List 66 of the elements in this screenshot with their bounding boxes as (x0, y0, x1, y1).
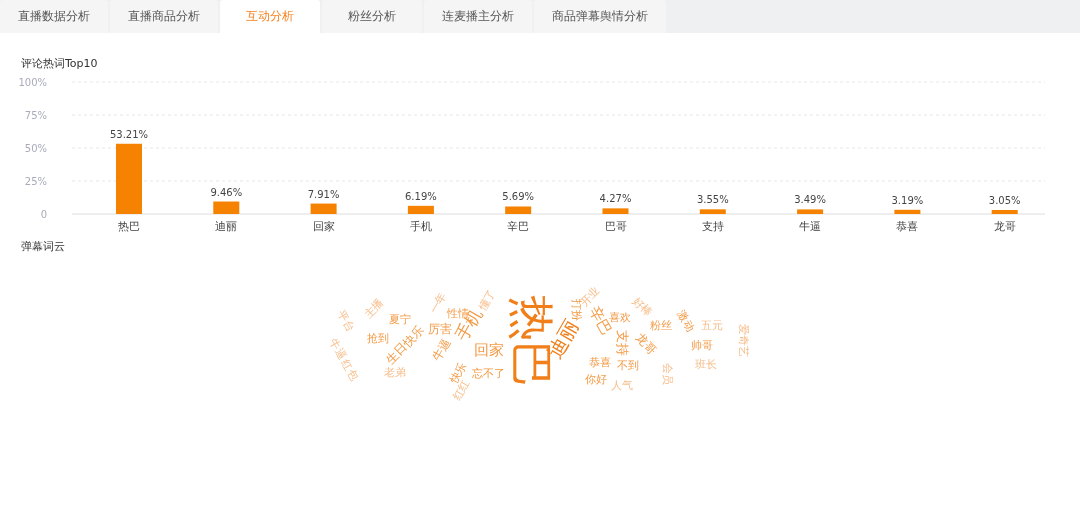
value-label: 5.69% (502, 191, 535, 203)
cloud-word: 好棒 (630, 295, 654, 319)
cloud-word: 懂了 (476, 287, 498, 313)
bar (991, 209, 1018, 214)
cloud-word: 粉丝 (650, 319, 672, 331)
cloud-word: 忘不了 (471, 367, 505, 379)
cloud-word: 不到 (617, 359, 639, 371)
section-title: 弹幕词云 (20, 239, 66, 254)
cloud-word: 厉害 (428, 323, 452, 335)
tab[interactable]: 直播数据分析 (0, 0, 108, 33)
tab[interactable]: 连麦播主分析 (424, 0, 532, 33)
bar (602, 208, 629, 214)
bar (699, 209, 726, 214)
value-label: 53.21% (109, 128, 149, 140)
value-label: 3.19% (891, 194, 924, 206)
value-label: 9.46% (210, 186, 243, 198)
bar (797, 209, 824, 214)
bar (894, 209, 921, 214)
bar (407, 205, 434, 214)
axis-label: 龙哥 (993, 220, 1016, 233)
axis-label: 0 (40, 209, 47, 220)
section-title: 评论热词Top10 (20, 56, 99, 71)
value-label: 4.27% (599, 193, 632, 205)
axis-label: 回家 (312, 220, 335, 233)
cloud-word: 老弟 (384, 366, 406, 378)
cloud-word: 人气 (611, 379, 633, 391)
value-label: 3.49% (794, 194, 826, 206)
axis-label: 迪丽 (215, 220, 238, 233)
value-label: 3.55% (696, 194, 729, 206)
axis-label: 100% (18, 77, 47, 88)
tab[interactable]: 直播商品分析 (110, 0, 218, 33)
bar (310, 203, 337, 214)
cloud-word: 激动 (675, 308, 697, 334)
axis-label: 辛巴 (507, 220, 530, 233)
bar (116, 143, 142, 214)
cloud-word: 恭喜 (589, 356, 611, 368)
cloud-word: 抢到 (367, 332, 389, 344)
axis-label: 75% (24, 110, 47, 121)
axis-label: 恭喜 (896, 220, 919, 233)
value-label: 7.91% (307, 188, 340, 200)
cloud-word: 五元 (701, 319, 723, 331)
axis-label: 手机 (409, 220, 432, 233)
cloud-word: 你好 (585, 373, 607, 385)
cloud-word: 帅哥 (691, 339, 713, 351)
cloud-word: 夏宁 (389, 313, 411, 325)
cloud-word: 回家 (474, 342, 504, 358)
axis-label: 25% (24, 176, 47, 187)
axis-label: 支持 (701, 220, 724, 233)
value-label: 3.05% (988, 194, 1021, 206)
axis-label: 牛逼 (799, 220, 822, 233)
cloud-word: 爱奇艺 (737, 323, 749, 357)
cloud-word: 龙哥 (633, 331, 659, 357)
axis-label: 50% (24, 143, 47, 154)
value-label: 6.19% (405, 190, 437, 202)
cloud-word: 班长 (695, 358, 717, 370)
cloud-word: 支持 (615, 330, 629, 356)
bar (213, 201, 240, 214)
cloud-word: 牛逼 (430, 336, 454, 364)
axis-label: 巴哥 (604, 220, 627, 233)
tab[interactable]: 粉丝分析 (322, 0, 422, 33)
cloud-word: 会员 (661, 363, 673, 385)
axis-label: 热巴 (118, 220, 140, 233)
cloud-word: 主播 (362, 297, 386, 321)
cloud-word: 平台 (335, 308, 357, 334)
bar (505, 206, 532, 214)
tab[interactable]: 商品弹幕舆情分析 (534, 0, 666, 33)
